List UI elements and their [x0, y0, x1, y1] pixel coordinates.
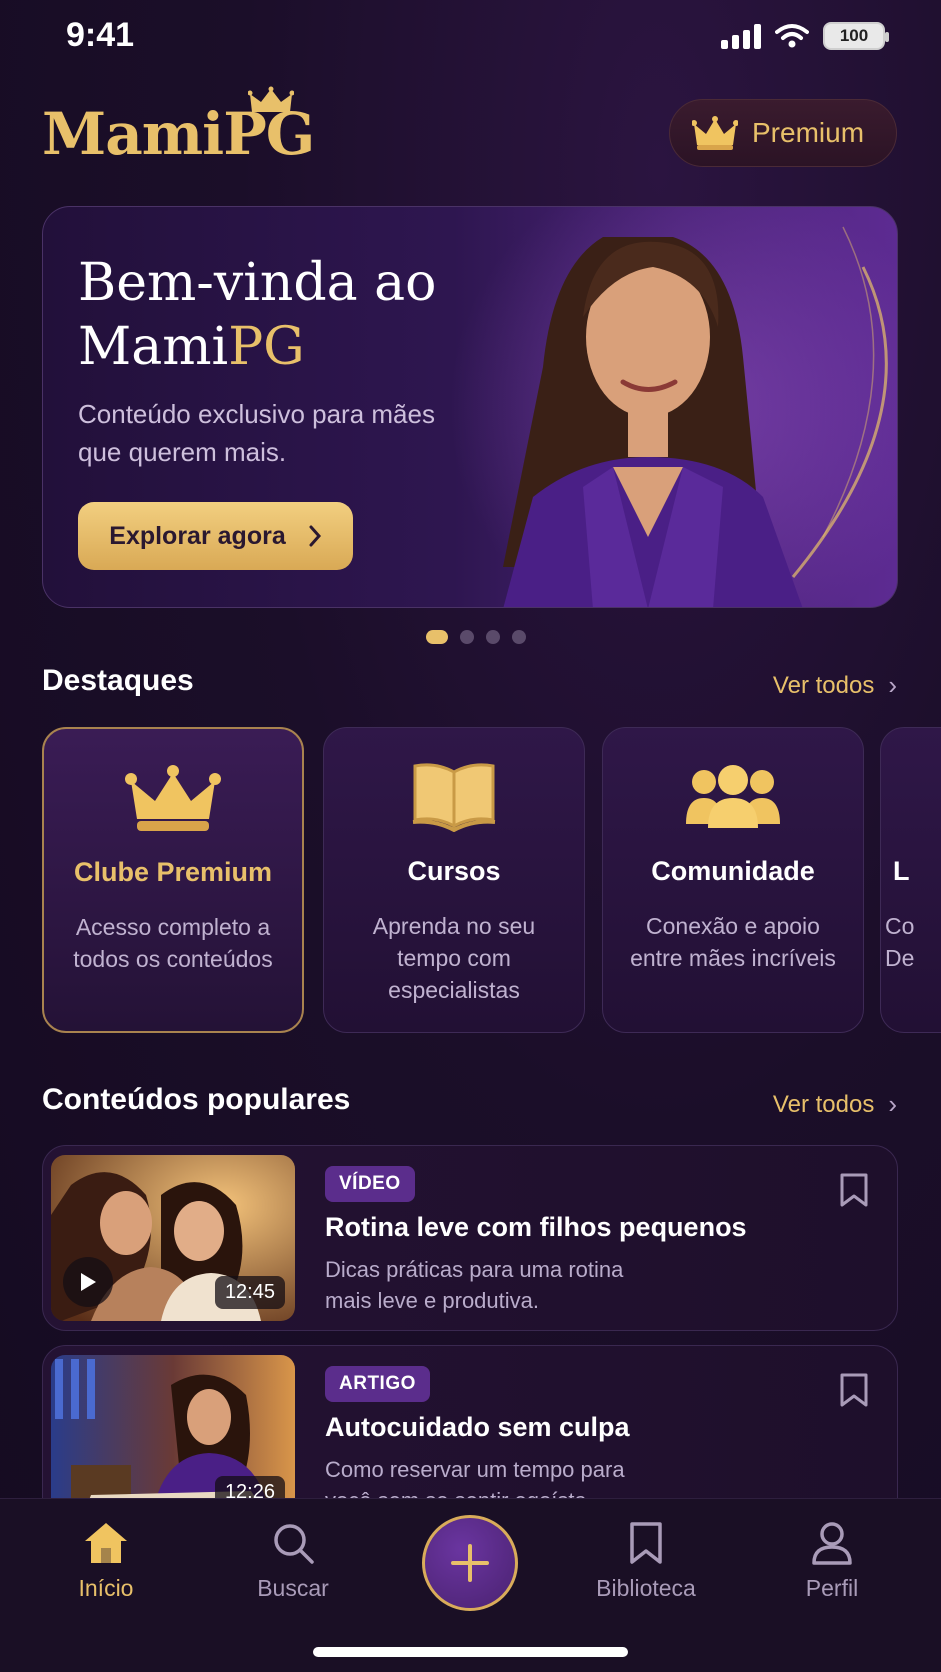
item-desc: Dicas práticas para uma rotina mais leve…	[325, 1257, 624, 1313]
add-button[interactable]	[422, 1515, 518, 1611]
nav-item-buscar[interactable]: Buscar	[218, 1521, 368, 1602]
hero-title-line1: Bem-vinda ao	[78, 253, 437, 313]
plus-icon	[451, 1544, 489, 1582]
highlights-title: Destaques	[42, 664, 194, 697]
bookmark-icon[interactable]	[839, 1372, 869, 1408]
hero-title: Bem-vinda ao MamiPG	[78, 251, 498, 379]
crown-icon	[44, 763, 302, 835]
status-bar: 9:41 100	[0, 0, 941, 78]
card-title: Cursos	[407, 856, 501, 886]
content-type-badge: VÍDEO	[325, 1166, 415, 1202]
chevron-right-icon	[309, 525, 321, 547]
hero-subtitle: Conteúdo exclusivo para mães que querem …	[78, 399, 435, 467]
card-clube-premium[interactable]: Clube Premium Acesso completo a todos os…	[42, 727, 304, 1033]
crown-icon	[692, 116, 738, 150]
hero-title-suffix: PG	[228, 317, 305, 377]
explore-button-label: Explorar agora	[109, 521, 286, 550]
status-icons: 100	[721, 22, 889, 50]
card-desc: Co De	[885, 913, 915, 971]
bookmark-icon	[630, 1522, 662, 1564]
nav-item-biblioteca[interactable]: Biblioteca	[571, 1521, 721, 1602]
wifi-icon	[775, 24, 809, 48]
see-all-label: Ver todos	[772, 671, 875, 699]
card-cursos[interactable]: Cursos Aprenda no seu tempo com especial…	[323, 727, 585, 1033]
card-title: Comunidade	[651, 856, 815, 886]
video-duration: 12:45	[214, 1276, 285, 1309]
hero-banner[interactable]: Bem-vinda ao MamiPG Conteúdo exclusivo p…	[42, 206, 898, 608]
carousel-dot[interactable]	[511, 630, 526, 644]
carousel-dot[interactable]	[485, 630, 500, 644]
book-icon	[324, 762, 584, 832]
nav-label: Início	[78, 1575, 134, 1601]
highlights-carousel[interactable]: Clube Premium Acesso completo a todos os…	[42, 727, 941, 1035]
chevron-right-icon: ›	[888, 670, 897, 700]
nav-item-perfil[interactable]: Perfil	[757, 1521, 907, 1602]
content-type-badge: ARTIGO	[325, 1366, 430, 1402]
item-title: Rotina leve com filhos pequenos	[325, 1212, 747, 1242]
popular-see-all[interactable]: Ver todos ›	[773, 1089, 897, 1120]
carousel-dot-active[interactable]	[425, 630, 448, 644]
home-icon	[85, 1523, 127, 1563]
logo-prefix: Mami	[42, 100, 224, 168]
signal-icon	[721, 23, 761, 49]
nav-label: Buscar	[257, 1575, 329, 1601]
group-icon	[603, 762, 863, 832]
video-thumbnail[interactable]: 12:45	[51, 1155, 295, 1321]
card-title: Clube Premium	[73, 857, 273, 887]
premium-label: Premium	[752, 117, 865, 148]
hero-title-prefix: Mami	[78, 317, 229, 377]
bottom-nav: Início Buscar Biblioteca Perfil	[0, 1498, 941, 1672]
premium-button[interactable]: Premium	[669, 99, 897, 167]
play-icon[interactable]	[63, 1257, 113, 1307]
status-time: 9:41	[66, 16, 135, 54]
nav-label: Biblioteca	[596, 1575, 696, 1601]
chevron-right-icon: ›	[888, 1089, 897, 1119]
home-indicator	[313, 1647, 628, 1657]
search-icon	[274, 1524, 314, 1564]
explore-button[interactable]: Explorar agora	[78, 502, 353, 570]
card-desc: Aprenda no seu tempo com especialistas	[372, 913, 536, 1003]
nav-label: Perfil	[805, 1575, 859, 1601]
hero-woman-image	[503, 226, 888, 607]
carousel-dot[interactable]	[459, 630, 474, 644]
card-comunidade[interactable]: Comunidade Conexão e apoio entre mães in…	[602, 727, 864, 1033]
article-thumbnail[interactable]: 12:26	[51, 1355, 295, 1521]
item-title: Autocuidado sem culpa	[325, 1412, 630, 1442]
nav-item-inicio[interactable]: Início	[31, 1521, 181, 1602]
card-title: L	[893, 856, 910, 886]
logo-crown-icon	[248, 86, 294, 112]
see-all-label: Ver todos	[772, 1090, 875, 1118]
bookmark-icon[interactable]	[839, 1172, 869, 1208]
battery-icon: 100	[823, 22, 889, 50]
list-item[interactable]: 12:45 VÍDEO Rotina leve com filhos peque…	[42, 1145, 898, 1331]
card-desc: Conexão e apoio entre mães incríveis	[630, 913, 836, 971]
battery-level: 100	[839, 26, 869, 45]
popular-title: Conteúdos populares	[42, 1083, 351, 1116]
hero-title-line2: MamiPG	[78, 315, 498, 379]
card-desc: Acesso completo a todos os conteúdos	[73, 914, 273, 972]
user-icon	[812, 1522, 852, 1565]
card-partial[interactable]: L Co De	[880, 727, 941, 1033]
carousel-dots	[0, 630, 941, 644]
highlights-see-all[interactable]: Ver todos ›	[773, 670, 897, 701]
